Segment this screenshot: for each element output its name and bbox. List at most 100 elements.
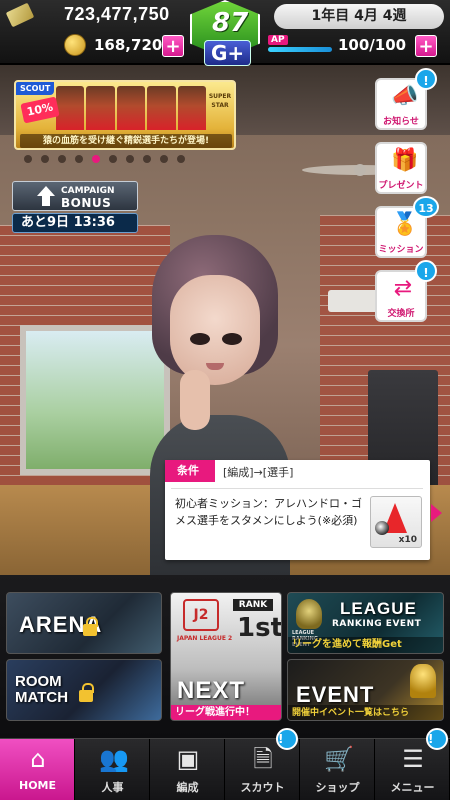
league-event-title: LEAGUE [340,599,417,618]
pagination-dot[interactable] [92,155,100,163]
room-title-line1: ROOM [15,673,62,690]
pagination-dot[interactable] [177,155,185,163]
rank-label: RANK [233,599,273,611]
nav-menu-label: メニュー [390,781,435,794]
home-icon: ⌂ [30,745,46,773]
mission-next-arrow-icon[interactable] [431,504,442,522]
campaign-label: CAMPAIGN [61,186,115,196]
up-arrow-icon [37,186,55,196]
bottom-navigation: ⌂ HOME 👥 人事 ▣ 編成 🗎 スカウト 🛒 ショップ ☰ メニュー [0,738,450,800]
emblem-number: 87 [212,8,249,38]
people-icon: 👥 [99,745,129,773]
mission-reward: x10 [370,496,422,548]
room-title-line2: MATCH [15,689,69,706]
arena-panel[interactable]: ARENA [6,592,162,654]
field-icon: ▣ [176,745,200,773]
money-amount: 723,477,750 [64,4,170,24]
nav-shop[interactable]: 🛒 ショップ [300,739,375,800]
medal-icon: 🏅 [391,212,419,237]
add-ap-button[interactable]: + [415,35,437,57]
nav-formation-label: 編成 [176,781,199,794]
reward-quantity: x10 [398,535,417,545]
pagination-dot[interactable] [160,155,168,163]
nav-formation[interactable]: ▣ 編成 [150,739,225,800]
present-button[interactable]: 🎁 プレゼント [375,142,427,194]
mission-hint-card[interactable]: 条件 [編成]→[選手] 初心者ミッション：アレハンドロ・ゴメス選手をスタメンに… [165,460,442,560]
league-trophy-icon [296,599,322,629]
discount-badge: 10% [20,96,60,124]
pagination-dot[interactable] [109,155,117,163]
league-ranking-event-panel[interactable]: LEAGUE RANKING EVENT LEAGUE RANKING EVEN… [287,592,444,654]
pagination-dot[interactable] [41,155,49,163]
up-arrow-stem [42,196,50,206]
mission-count-badge: 13 [413,196,439,218]
league-emblem: J2 [183,599,219,631]
club-rank-emblem[interactable]: 87 G+ [186,0,264,70]
banner-players [56,86,207,130]
scout-caption: 猿の血筋を受け継ぐ精鋭選手たちが登場! [20,134,232,148]
next-title: NEXT [177,677,246,704]
scout-tag: SCOUT [16,82,55,95]
season-date: 1年目 4月 4週 [274,4,444,29]
condition-tag: 条件 [165,460,215,482]
pagination-dot[interactable] [143,155,151,163]
exchange-badge: ! [415,260,437,282]
campaign-header: CAMPAIGN BONUS [12,181,138,211]
next-match-panel[interactable]: J2 JAPAN LEAGUE 2 RANK 1st NEXT リーグ戦進行中！ [170,592,282,721]
nav-home-label: HOME [18,779,57,792]
scout-banner[interactable]: SCOUT 10% SUPER STAR 猿の血筋を受け継ぐ精鋭選手たちが登場! [14,80,236,150]
banner-player [86,86,115,130]
banner-player [56,86,85,130]
trophy-cup-icon [410,664,436,698]
gift-icon: 🎁 [391,148,419,173]
ap-gauge [268,47,332,52]
pagination-dot[interactable] [58,155,66,163]
scout-nav-badge: ! [276,728,298,750]
megaphone-icon: 📣 [391,84,419,109]
cart-icon: 🛒 [324,745,354,773]
nav-shop-label: ショップ [315,781,360,794]
banner-pagination[interactable] [24,155,185,163]
event-panel[interactable]: EVENT 開催中イベント一覧はこちら [287,659,444,721]
room-match-title: ROOM MATCH [15,674,68,706]
nav-personnel-label: 人事 [101,781,124,794]
ap-label: AP [268,35,288,45]
menu-icon: ☰ [402,745,424,773]
scout-card-icon: 🗎 [253,745,273,773]
notice-badge: ! [415,68,437,90]
nav-home[interactable]: ⌂ HOME [0,739,75,800]
superstar-label: SUPER STAR [208,93,232,109]
league-name: JAPAN LEAGUE 2 [177,635,233,642]
present-label: プレゼント [378,181,424,191]
mission-divider [171,488,423,489]
lock-icon [79,683,94,702]
avatar-face [170,275,260,385]
pagination-dot[interactable] [24,155,32,163]
exchange-icon: ⇄ [393,276,413,301]
mission-label: ミッション [378,245,424,255]
add-coins-button[interactable]: + [162,35,184,57]
room-match-panel[interactable]: ROOM MATCH [6,659,162,721]
condition-path: [編成]→[選手] [223,466,294,479]
ap-value: 100/100 [338,36,407,54]
banner-player [116,86,146,130]
avatar-eye-right [222,333,242,345]
exchange-label: 交換所 [387,309,415,319]
event-subtitle: 開催中イベント一覧はこちら [288,705,443,720]
coin-icon [64,34,86,56]
campaign-bonus-button[interactable]: CAMPAIGN BONUS あと9日 13:36 [12,181,138,233]
pagination-dot[interactable] [75,155,83,163]
ap-gauge-fill [268,47,332,52]
avatar-mouth [206,363,224,370]
mission-description: 初心者ミッション：アレハンドロ・ゴメス選手をスタメンにしよう(※必須) [175,497,362,527]
nav-personnel[interactable]: 👥 人事 [75,739,150,800]
notice-label: お知らせ [383,117,419,127]
league-event-title2: RANKING EVENT [332,619,422,629]
rank-value: 1st [237,613,282,643]
emblem-grade: G+ [204,40,252,66]
pagination-dot[interactable] [126,155,134,163]
soccer-ball-icon [375,521,389,535]
league-event-subtitle: リーグを進めて報酬Get [288,637,443,653]
lock-icon [83,617,98,636]
next-subtitle: リーグ戦進行中！ [171,705,281,720]
